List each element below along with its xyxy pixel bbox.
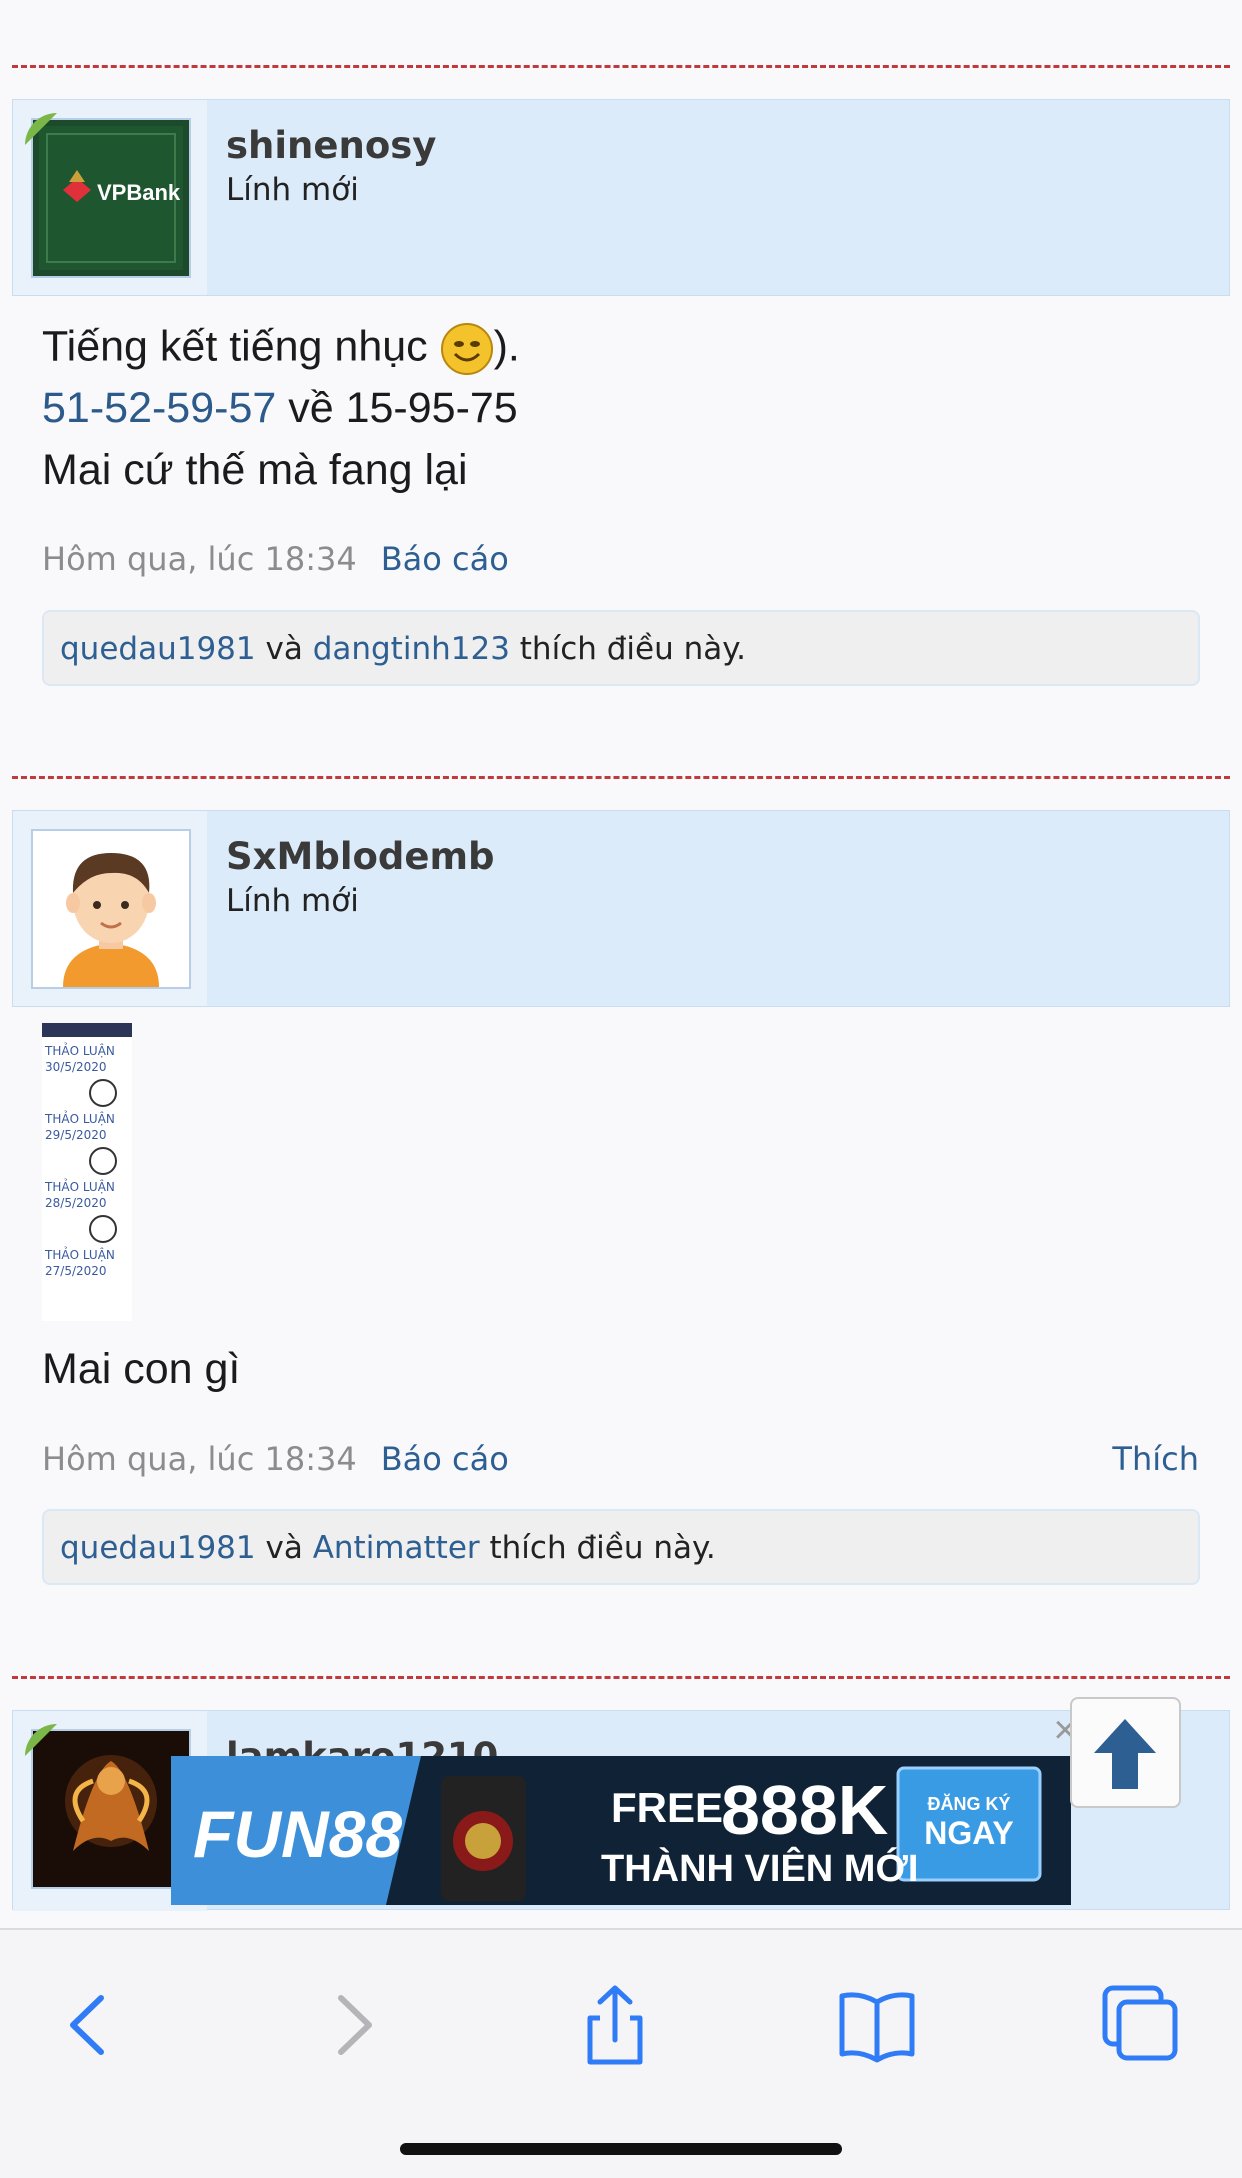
- ad-brand: FUN88: [193, 1797, 403, 1871]
- back-icon[interactable]: [45, 1980, 135, 2070]
- message-text: Mai cứ thế mà fang lại: [42, 446, 468, 494]
- thumb-line: THẢO LUẬN: [45, 1248, 115, 1262]
- thumb-line: 30/5/2020: [45, 1060, 107, 1074]
- share-icon[interactable]: [570, 1980, 660, 2070]
- ad-cta-button[interactable]: ĐĂNG KÝ NGAY: [898, 1768, 1040, 1880]
- thumb-line: 29/5/2020: [45, 1128, 107, 1142]
- fire-warrior-avatar-icon: [33, 1731, 189, 1887]
- post-timestamp[interactable]: Hôm qua, lúc 18:34: [42, 1440, 357, 1478]
- thumb-line: THẢO LUẬN: [45, 1112, 115, 1126]
- smiley-icon: [440, 322, 494, 376]
- arrow-up-icon: [1094, 1719, 1156, 1789]
- post-divider: [12, 1676, 1230, 1679]
- ad-subtitle: THÀNH VIÊN MỚI: [601, 1848, 919, 1890]
- thumb-stamp: [45, 1075, 132, 1111]
- thumb-line: 28/5/2020: [45, 1196, 107, 1210]
- attachment-thumbnail[interactable]: THẢO LUẬN 30/5/2020 THẢO LUẬN 29/5/2020 …: [42, 1023, 132, 1321]
- like-button[interactable]: Thích: [1112, 1440, 1199, 1478]
- likes-conjunction: và: [255, 1530, 313, 1566]
- avatar[interactable]: [31, 829, 191, 989]
- boy-avatar-icon: [33, 831, 189, 987]
- post-timestamp[interactable]: Hôm qua, lúc 18:34: [42, 540, 357, 578]
- home-indicator: [400, 2143, 842, 2155]
- username[interactable]: SxMblodemb: [226, 835, 495, 878]
- liker-link[interactable]: quedau1981: [60, 631, 256, 667]
- likes-conjunction: và: [255, 631, 313, 667]
- thumbnail-header: [42, 1023, 132, 1037]
- likes-summary: quedau1981 và dangtinh123 thích điều này…: [42, 610, 1200, 686]
- user-title: Lính mới: [226, 172, 359, 208]
- liker-link[interactable]: Antimatter: [313, 1530, 480, 1566]
- ad-amount: 888K: [721, 1771, 889, 1849]
- bookmarks-icon[interactable]: [832, 1980, 922, 2070]
- ad-free-label: FREE: [611, 1784, 724, 1831]
- report-link[interactable]: Báo cáo: [381, 1440, 509, 1478]
- thumb-stamp: [45, 1211, 132, 1247]
- avatar-container: VPBank: [13, 100, 207, 295]
- message-text-end: ).: [493, 322, 520, 371]
- avatar[interactable]: [31, 1729, 191, 1889]
- message-text: về 15-95-75: [276, 384, 518, 432]
- avatar[interactable]: VPBank: [31, 118, 191, 278]
- user-title: Lính mới: [226, 883, 359, 919]
- tabs-icon[interactable]: [1095, 1980, 1185, 2070]
- forward-icon[interactable]: [307, 1980, 397, 2070]
- post-header: SxMblodemb Lính mới: [12, 810, 1230, 1007]
- liker-link[interactable]: quedau1981: [60, 1530, 256, 1566]
- likes-suffix: thích điều này.: [509, 631, 747, 667]
- username[interactable]: shinenosy: [226, 124, 436, 167]
- message-text: Tiếng kết tiếng nhục: [42, 322, 440, 371]
- browser-toolbar: [0, 1928, 1242, 2178]
- message-link[interactable]: 51-52-59-57: [42, 384, 276, 432]
- post-header: VPBank shinenosy Lính mới: [12, 99, 1230, 296]
- likes-summary: quedau1981 và Antimatter thích điều này.: [42, 1509, 1200, 1585]
- post-meta: Hôm qua, lúc 18:34 Báo cáo: [42, 540, 509, 578]
- post-divider: [12, 776, 1230, 779]
- message-line: 51-52-59-57 về 15-95-75: [42, 384, 518, 433]
- ad-cta-line2: NGAY: [924, 1815, 1014, 1851]
- thumb-line: 27/5/2020: [45, 1264, 107, 1278]
- scroll-to-top-button[interactable]: [1070, 1697, 1181, 1808]
- liker-link[interactable]: dangtinh123: [313, 631, 510, 667]
- message-line: Tiếng kết tiếng nhục ).: [42, 322, 520, 376]
- likes-suffix: thích điều này.: [479, 1530, 716, 1566]
- ad-cta-line1: ĐĂNG KÝ: [927, 1794, 1011, 1814]
- thumb-line: THẢO LUẬN: [45, 1044, 115, 1058]
- avatar-container: [13, 811, 207, 1006]
- thumbnail-text: THẢO LUẬN 30/5/2020 THẢO LUẬN 29/5/2020 …: [42, 1037, 132, 1279]
- post-meta: Hôm qua, lúc 18:34 Báo cáo: [42, 1440, 509, 1478]
- report-link[interactable]: Báo cáo: [381, 540, 509, 578]
- post-divider: [12, 65, 1230, 68]
- ad-banner[interactable]: FUN88 FREE 888K THÀNH VIÊN MỚI ĐĂNG KÝ N…: [171, 1756, 1071, 1905]
- thumb-stamp: [45, 1143, 132, 1179]
- vpbank-logo-text: VPBank: [97, 180, 181, 205]
- thumb-line: THẢO LUẬN: [45, 1180, 115, 1194]
- message-text: Mai con gì: [42, 1345, 241, 1393]
